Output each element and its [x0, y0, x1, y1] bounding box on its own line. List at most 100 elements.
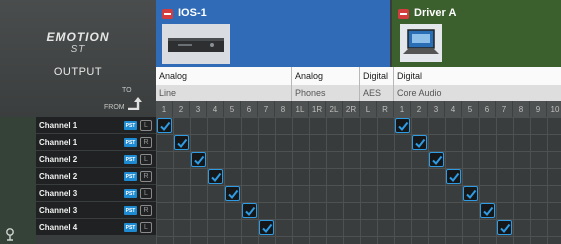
pst-button[interactable]: PST	[124, 172, 137, 181]
device-name: Driver A	[414, 7, 457, 19]
grid-line	[156, 202, 561, 203]
checkmark-icon	[194, 155, 205, 166]
column-number: 8	[513, 101, 530, 117]
channel-name[interactable]: Channel 3	[36, 202, 156, 219]
device-header-driver-a[interactable]: Driver A	[392, 0, 561, 67]
emotion-st-logo: EMOTION ST	[0, 30, 156, 55]
subtype-cell: Line	[156, 85, 292, 101]
column-number-row: 1 2 3 4 5 6 7 8 1L 1R 2L 2R L R 1 2 3 4 5 6 7 8 9 10	[156, 101, 561, 117]
channel-name[interactable]: Channel 2	[36, 168, 156, 185]
route-checkbox[interactable]	[463, 186, 478, 201]
route-checkbox[interactable]	[259, 220, 274, 235]
channel-side-button[interactable]: L	[140, 222, 152, 233]
column-number: 10	[547, 101, 561, 117]
grid-line	[156, 134, 561, 135]
column-number: L	[360, 101, 377, 117]
grid-line	[156, 236, 561, 237]
column-number: 1	[394, 101, 411, 117]
laptop-icon	[400, 24, 442, 62]
pst-button[interactable]: PST	[124, 138, 137, 147]
route-checkbox[interactable]	[395, 118, 410, 133]
route-checkbox[interactable]	[497, 220, 512, 235]
grid-line	[292, 117, 293, 244]
route-checkbox[interactable]	[242, 203, 257, 218]
pst-button[interactable]: PST	[124, 206, 137, 215]
grid-line	[190, 117, 191, 244]
pst-button[interactable]: PST	[124, 223, 137, 232]
output-type-row: Analog Analog Digital Digital	[156, 67, 561, 85]
route-checkbox[interactable]	[157, 118, 172, 133]
route-checkbox[interactable]	[446, 169, 461, 184]
channel-side-button[interactable]: L	[140, 154, 152, 165]
grid-line	[275, 117, 276, 244]
channel-side-button[interactable]: R	[140, 205, 152, 216]
channel-name[interactable]: Channel 1	[36, 134, 156, 151]
grid-line	[547, 117, 548, 244]
pst-button[interactable]: PST	[124, 121, 137, 130]
checkmark-icon	[398, 121, 409, 132]
remove-device-icon[interactable]	[162, 9, 173, 19]
route-checkbox[interactable]	[480, 203, 495, 218]
column-number: 8	[275, 101, 292, 117]
column-number: 1L	[292, 101, 309, 117]
column-number: 4	[445, 101, 462, 117]
channel-name[interactable]: Channel 2	[36, 151, 156, 168]
column-number: 4	[207, 101, 224, 117]
pst-button[interactable]: PST	[124, 155, 137, 164]
grid-line	[377, 117, 378, 244]
grid-line	[156, 117, 561, 118]
grid-line	[156, 151, 561, 152]
channel-side-button[interactable]: L	[140, 120, 152, 131]
channel-name[interactable]: Channel 1	[36, 117, 156, 134]
grid-line	[326, 117, 327, 244]
route-checkbox[interactable]	[225, 186, 240, 201]
channel-side-button[interactable]: L	[140, 188, 152, 199]
route-checkbox[interactable]	[174, 135, 189, 150]
column-number: 5	[224, 101, 241, 117]
route-checkbox[interactable]	[412, 135, 427, 150]
output-subtype-row: Line Phones AES Core Audio	[156, 85, 561, 101]
channel-side-button[interactable]: R	[140, 171, 152, 182]
column-number: 2	[411, 101, 428, 117]
column-number: 5	[462, 101, 479, 117]
channel-name[interactable]: Channel 3	[36, 185, 156, 202]
column-number: 2	[173, 101, 190, 117]
column-number: 9	[530, 101, 547, 117]
channel-name[interactable]: Channel 4	[36, 219, 156, 236]
grid-line	[428, 117, 429, 244]
device-name: IOS-1	[178, 7, 207, 19]
checkmark-icon	[449, 172, 460, 183]
device-header-ios1[interactable]: IOS-1	[156, 0, 390, 67]
grid-line	[513, 117, 514, 244]
column-number: 2R	[343, 101, 360, 117]
column-number: 3	[190, 101, 207, 117]
grid-line	[394, 117, 395, 244]
type-cell: Analog	[292, 67, 360, 85]
grid-line	[309, 117, 310, 244]
grid-line	[156, 117, 157, 244]
column-number: 1	[156, 101, 173, 117]
channel-side-button[interactable]: R	[140, 137, 152, 148]
logo-line2: ST	[70, 44, 86, 55]
column-number: 2L	[326, 101, 343, 117]
checkmark-icon	[262, 223, 273, 234]
grid-line	[479, 117, 480, 244]
microphone-icon	[6, 228, 14, 241]
routing-matrix	[156, 117, 561, 244]
grid-line	[156, 185, 561, 186]
logo-line1: EMOTION	[46, 30, 110, 44]
route-checkbox[interactable]	[208, 169, 223, 184]
checkmark-icon	[500, 223, 511, 234]
route-checkbox[interactable]	[429, 152, 444, 167]
column-number: 7	[258, 101, 275, 117]
remove-device-icon[interactable]	[398, 9, 409, 19]
from-label: FROM	[104, 104, 125, 111]
pst-button[interactable]: PST	[124, 189, 137, 198]
subtype-cell: AES	[360, 85, 394, 101]
type-cell: Digital	[360, 67, 394, 85]
grid-line	[462, 117, 463, 244]
checkmark-icon	[228, 189, 239, 200]
route-checkbox[interactable]	[191, 152, 206, 167]
checkmark-icon	[466, 189, 477, 200]
checkmark-icon	[177, 138, 188, 149]
